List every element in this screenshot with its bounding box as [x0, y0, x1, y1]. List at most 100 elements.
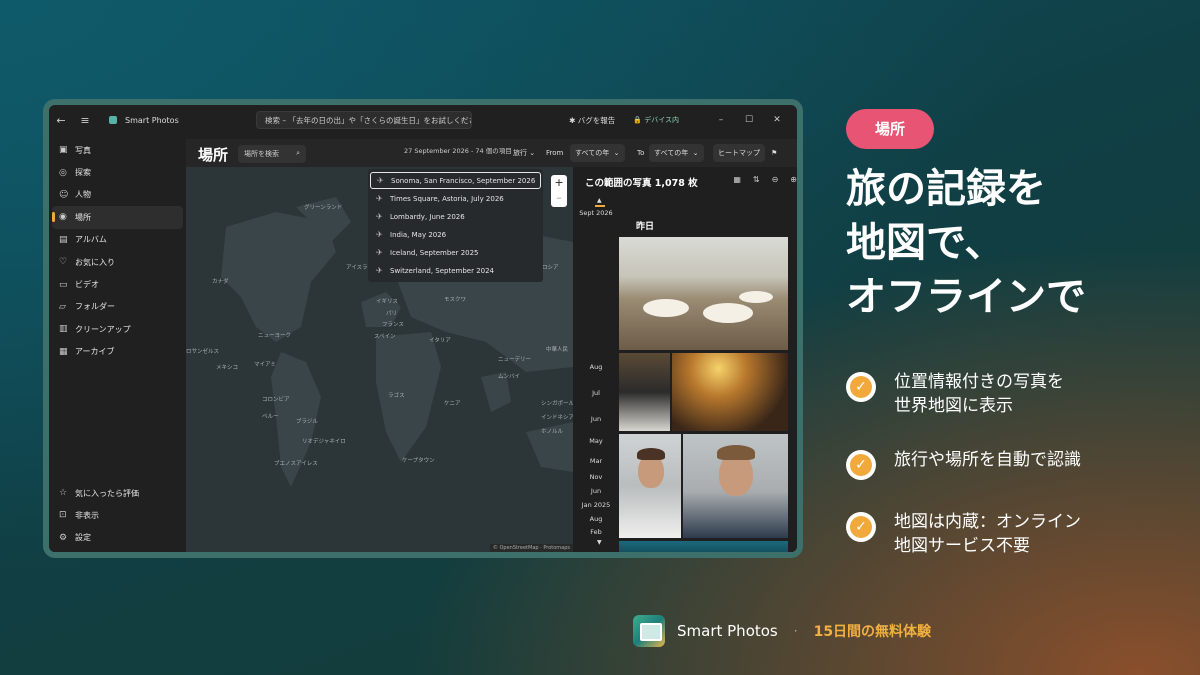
video-icon: ▭	[59, 279, 68, 290]
sidebar-item-explore[interactable]: ◎ 探索	[49, 161, 186, 183]
location-search-input[interactable]: 場所を検索 ⌕	[238, 145, 306, 163]
trip-item[interactable]: ✈ Iceland, September 2025	[370, 244, 541, 261]
flag-icon[interactable]: ⚑	[766, 144, 782, 162]
map-label: シンガポール	[541, 401, 573, 407]
timeline-label[interactable]: Jun	[577, 487, 615, 495]
title-bar-right: ✱ バグを報告 🔒 デバイス内 – ☐ ✕	[569, 105, 791, 135]
calendar-icon[interactable]: ▦	[733, 175, 741, 184]
photo-count-title: この範囲の写真 1,078 枚	[585, 178, 698, 189]
map-label: 中華人民	[546, 347, 569, 353]
bug-report-button[interactable]: ✱ バグを報告	[569, 115, 615, 126]
map-label: ムンバイ	[498, 374, 521, 380]
headline: 旅の記録を 地図で、 オフラインで	[846, 162, 1086, 324]
headline-line: 地図で、	[846, 220, 1005, 266]
map-label: ニューヨーク	[258, 333, 292, 339]
photo-thumbnail-newspaper[interactable]	[619, 353, 670, 431]
headline-line: オフラインで	[846, 274, 1086, 320]
hamburger-menu-icon[interactable]: ≡	[73, 114, 97, 127]
map-label: ブエノスアイレス	[274, 461, 318, 467]
photo-thumbnail-dinner[interactable]	[672, 353, 788, 431]
sidebar-item-folders[interactable]: ▱ フォルダー	[49, 296, 186, 318]
timeline-label[interactable]: Jan 2025	[577, 501, 615, 509]
sidebar-item-rate[interactable]: ☆ 気に入ったら評価	[49, 482, 186, 504]
timeline-label[interactable]: Jun	[577, 415, 615, 423]
to-label: To	[637, 149, 645, 157]
zoom-in-icon[interactable]: ⊕	[790, 175, 797, 184]
sidebar-item-archive[interactable]: ▦ アーカイブ	[49, 341, 186, 363]
trip-item[interactable]: ✈ Lombardy, June 2026	[370, 208, 541, 225]
star-icon: ☆	[59, 488, 68, 499]
archive-icon: ▦	[59, 346, 68, 357]
search-icon[interactable]: ⌕	[296, 149, 300, 158]
zoom-out-icon[interactable]: ⊖	[772, 175, 779, 184]
timeline-label[interactable]: Aug	[577, 515, 615, 523]
photo-thumbnail-portrait[interactable]	[619, 434, 681, 538]
trip-item[interactable]: ✈ Times Square, Astoria, July 2026	[370, 190, 541, 207]
zoom-in-icon[interactable]: +	[551, 175, 567, 190]
footer-separator: ·	[793, 624, 798, 638]
timeline-label[interactable]: Nov	[577, 473, 615, 481]
feature-text: 旅行や場所を自動で認識	[894, 450, 1081, 470]
app-window: ← ≡ Smart Photos 検索 – 「去年の日の出」や「さくらの誕生日」…	[49, 105, 797, 552]
sort-icon[interactable]: ⇅	[753, 175, 760, 184]
timeline-label[interactable]: Aug	[577, 363, 615, 371]
map-zoom-control[interactable]: + –	[551, 175, 567, 207]
from-year-dropdown[interactable]: すべての年 ⌄	[570, 144, 625, 162]
feature-text: 地図は内蔵：オンライン 地図サービス不要	[894, 512, 1081, 556]
trip-filter-dropdown[interactable]: 旅行 ⌄	[508, 144, 540, 162]
trip-item[interactable]: ✈ Switzerland, September 2024	[370, 262, 541, 279]
minimize-icon[interactable]: –	[707, 115, 735, 125]
sidebar-item-people[interactable]: ☺ 人物	[49, 184, 186, 206]
map-label: ホノルル	[541, 429, 564, 435]
close-icon[interactable]: ✕	[763, 115, 791, 125]
photo-thumbnail-portrait[interactable]	[683, 434, 788, 538]
places-icon: ◉	[59, 212, 67, 223]
timeline-label[interactable]: Sept 2026	[577, 209, 615, 217]
photo-thumbnail-banquet-hall[interactable]	[619, 237, 788, 350]
sidebar: ▣ 写真 ◎ 探索 ☺ 人物 ◉ 場所 ▤ アルバム ♡ お気に入り ▭ ビデオ ▱ フォルダー…	[49, 139, 186, 552]
app-window-frame: ← ≡ Smart Photos 検索 – 「去年の日の出」や「さくらの誕生日」…	[43, 99, 803, 558]
feature-text: 位置情報付きの写真を 世界地図に表示	[894, 372, 1064, 416]
trip-item[interactable]: ✈ India, May 2026	[370, 226, 541, 243]
map-label: インドネシア	[541, 415, 573, 421]
trip-item[interactable]: ✈ Sonoma, San Francisco, September 2026	[370, 172, 541, 189]
world-map[interactable]: グリーンランド カナダ アイスランド ロシア イギリス モスクワ パリ フランス…	[186, 167, 573, 552]
map-label: リオデジャネイロ	[302, 439, 346, 445]
timeline-label[interactable]: Feb	[577, 528, 615, 536]
sidebar-item-photos[interactable]: ▣ 写真	[49, 139, 186, 161]
free-trial-link[interactable]: 15日間の無料体験	[814, 621, 931, 641]
timeline-label[interactable]: Mar	[577, 457, 615, 465]
scroll-up-icon[interactable]: ▲	[597, 197, 602, 204]
map-label: イギリス	[376, 299, 399, 305]
sidebar-item-cleanup[interactable]: ▥ クリーンアップ	[49, 318, 186, 340]
global-search-input[interactable]: 検索 – 「去年の日の出」や「さくらの誕生日」をお試しください ⌕	[256, 111, 472, 129]
back-arrow-icon[interactable]: ←	[49, 114, 73, 127]
app-logo-icon	[109, 116, 117, 124]
photo-panel: この範囲の写真 1,078 枚 ▦ ⇅ ⊖ ⊕ ▲ Sept 2026 Aug …	[573, 167, 797, 552]
map-label: カナダ	[212, 279, 229, 285]
sidebar-item-hidden[interactable]: ⊡ 非表示	[49, 504, 186, 526]
maximize-icon[interactable]: ☐	[735, 115, 763, 125]
map-label: メキシコ	[216, 365, 239, 371]
heatmap-button[interactable]: ヒートマップ	[713, 144, 765, 162]
timeline-label[interactable]: May	[577, 437, 615, 445]
photo-thumbnail-partial[interactable]	[619, 541, 788, 552]
photo-icon: ▣	[59, 145, 68, 156]
plane-icon: ✈	[376, 212, 383, 221]
timeline-scrubber[interactable]: ▲ Sept 2026 Aug Jul Jun May Mar Nov Jun …	[573, 197, 619, 552]
sidebar-item-videos[interactable]: ▭ ビデオ	[49, 273, 186, 295]
scroll-down-icon[interactable]: ▼	[597, 539, 602, 546]
timeline-position-marker[interactable]	[595, 205, 605, 207]
sidebar-item-albums[interactable]: ▤ アルバム	[49, 229, 186, 251]
zoom-out-icon[interactable]: –	[551, 190, 567, 205]
sidebar-item-places[interactable]: ◉ 場所	[52, 206, 183, 229]
map-label: パリ	[386, 311, 398, 317]
sidebar-item-favorites[interactable]: ♡ お気に入り	[49, 251, 186, 273]
map-label: イタリア	[429, 338, 451, 344]
map-attribution[interactable]: © OpenStreetMap · Protomaps	[489, 544, 573, 552]
to-year-dropdown[interactable]: すべての年 ⌄	[649, 144, 704, 162]
sidebar-item-settings[interactable]: ⚙ 設定	[49, 527, 186, 549]
timeline-label[interactable]: Jul	[577, 389, 615, 397]
map-label: ケニア	[444, 401, 461, 407]
search-icon[interactable]: ⌕	[461, 115, 465, 125]
